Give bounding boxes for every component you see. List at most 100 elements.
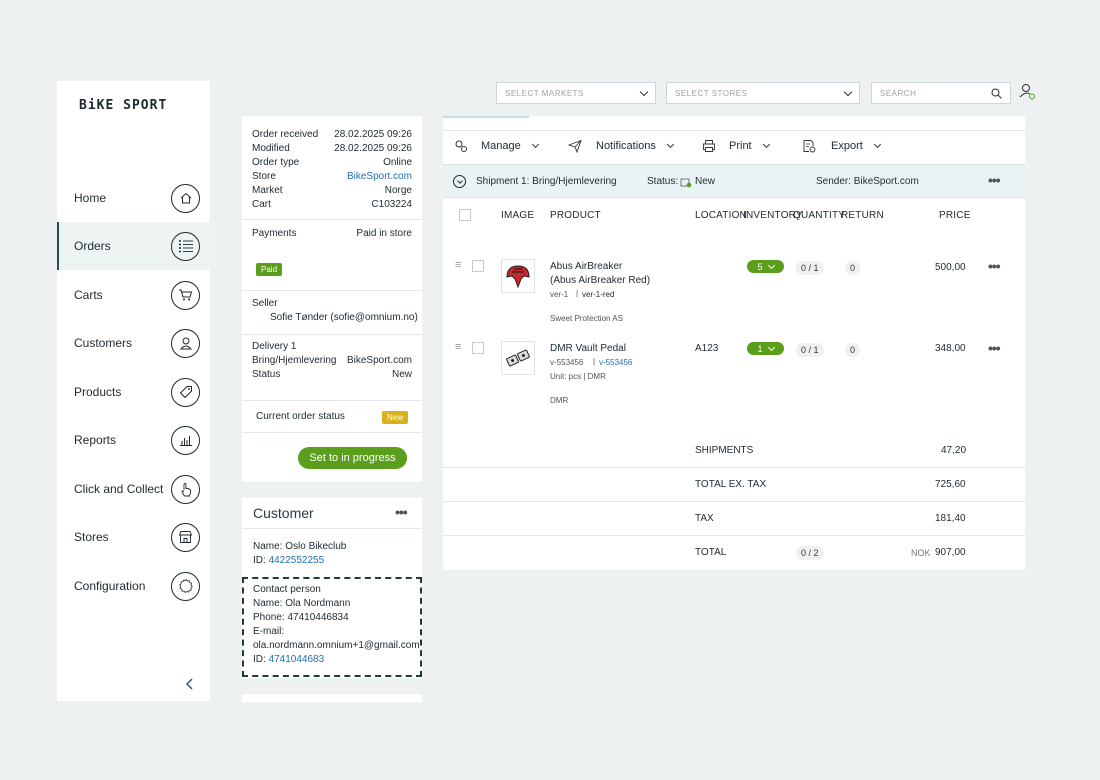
- label: Payments: [252, 228, 297, 239]
- variant-code: v-553456: [550, 358, 584, 367]
- value: 907,00: [935, 547, 966, 558]
- customer-id-link[interactable]: 4422552255: [269, 555, 325, 566]
- payments-row: Payments Paid in store: [252, 227, 412, 241]
- chevron-down-icon: [767, 261, 775, 269]
- store-link[interactable]: BikeSport.com: [347, 170, 412, 184]
- drag-handle-icon[interactable]: ≡: [455, 259, 461, 271]
- total-row: TOTAL 0 / 2 NOK 907,00: [443, 535, 1025, 569]
- price: 500,00: [935, 262, 966, 273]
- nav-label: Carts: [74, 288, 103, 302]
- brand-logo: BiKE SPORT: [79, 98, 168, 113]
- label: Status: [252, 369, 281, 380]
- nav-item-carts[interactable]: Carts: [57, 271, 210, 319]
- nav-label: Home: [74, 191, 107, 205]
- product-variant-name: (Abus AirBreaker Red): [550, 275, 651, 286]
- nav-item-home[interactable]: Home: [57, 174, 210, 222]
- printer-icon: [703, 140, 715, 152]
- print-label: Print: [729, 140, 752, 152]
- shipment-header: Shipment 1: Bring/Hjemlevering Status: N…: [443, 164, 1025, 198]
- nav-item-stores[interactable]: Stores: [57, 513, 210, 561]
- manage-label: Manage: [481, 140, 521, 152]
- more-options-icon[interactable]: •••: [988, 258, 1001, 274]
- expand-shipment-icon[interactable]: [453, 175, 466, 188]
- customer-id-row: ID: 4422552255: [253, 554, 324, 568]
- more-options-icon[interactable]: •••: [988, 340, 1001, 356]
- value: 28.02.2025 09:26: [334, 143, 412, 154]
- tag-icon: [171, 377, 200, 407]
- more-options-icon[interactable]: •••: [395, 504, 408, 520]
- export-icon: [803, 140, 816, 153]
- header-return: RETURN: [841, 210, 884, 221]
- search-input[interactable]: SEARCH: [871, 82, 1011, 104]
- shipments-value: 47,20: [941, 445, 967, 456]
- divider: [242, 432, 422, 433]
- total-quantity-pill: 0 / 2: [796, 546, 824, 560]
- contact-id-row: ID: 4741044683: [253, 653, 324, 667]
- value: 181,40: [935, 513, 966, 524]
- supplier: Sweet Protection AS: [550, 314, 623, 323]
- inventory-dropdown[interactable]: 5: [747, 260, 784, 273]
- markets-select[interactable]: SELECT MARKETS: [496, 82, 656, 104]
- print-menu[interactable]: Print: [702, 139, 770, 153]
- nav-label: Configuration: [74, 579, 146, 593]
- variant-link[interactable]: v-553456: [599, 358, 632, 367]
- header-product: PRODUCT: [550, 210, 601, 221]
- user-account-icon[interactable]: [1019, 83, 1037, 104]
- label: TAX: [695, 513, 714, 524]
- label: TOTAL EX. TAX: [695, 479, 767, 490]
- seller-label: Seller: [252, 298, 278, 309]
- stores-select[interactable]: SELECT STORES: [666, 82, 860, 104]
- nav-item-orders[interactable]: Orders: [57, 222, 210, 270]
- shipment-status-label: Status:: [647, 176, 679, 187]
- inventory-dropdown[interactable]: 1: [747, 342, 784, 355]
- nav-item-products[interactable]: Products: [57, 368, 210, 416]
- next-panel-stub: [242, 694, 422, 702]
- select-all-checkbox[interactable]: [459, 209, 471, 221]
- divider: [242, 219, 422, 220]
- collapse-sidebar-icon[interactable]: [185, 677, 195, 693]
- customer-panel: Customer ••• Name: Oslo Bikeclub ID: 442…: [242, 498, 422, 678]
- active-tab-indicator: [443, 116, 529, 118]
- label: Order type: [252, 157, 300, 168]
- label: Store: [252, 171, 276, 182]
- shipment-title: Shipment 1: Bring/Hjemlevering: [476, 176, 617, 187]
- divider: [242, 334, 422, 335]
- manage-menu[interactable]: Manage: [454, 139, 539, 153]
- chevron-down-icon: [843, 87, 853, 96]
- chevron-down-icon: [666, 140, 674, 149]
- store-row: Store BikeSport.com: [252, 170, 412, 184]
- label: Current order status: [256, 411, 345, 422]
- contact-id-link[interactable]: 4741044683: [269, 654, 325, 665]
- variant-link[interactable]: ver-1-red: [582, 290, 614, 299]
- modified-row: Modified 28.02.2025 09:26: [252, 142, 412, 156]
- shipments-label: SHIPMENTS: [695, 445, 754, 456]
- nav-label: Orders: [74, 239, 111, 253]
- row-checkbox[interactable]: [472, 342, 484, 354]
- nav-item-customers[interactable]: Customers: [57, 319, 210, 367]
- supplier: DMR: [550, 396, 569, 405]
- quantity-pill: 0 / 1: [796, 261, 824, 275]
- search-placeholder: SEARCH: [880, 88, 917, 98]
- nav-item-reports[interactable]: Reports: [57, 416, 210, 464]
- header-quantity: QUANTITY: [793, 210, 846, 221]
- stores-placeholder: SELECT STORES: [675, 88, 748, 98]
- row-checkbox[interactable]: [472, 260, 484, 272]
- export-menu[interactable]: Export: [802, 139, 881, 153]
- value: C103224: [371, 199, 412, 210]
- inventory-value: 1: [757, 343, 763, 354]
- customer-icon: [171, 328, 200, 358]
- value: Bring/Hjemlevering: [252, 355, 337, 366]
- set-in-progress-button[interactable]: Set to in progress: [298, 447, 407, 469]
- chevron-down-icon: [873, 140, 881, 149]
- product-name: Abus AirBreaker: [550, 261, 623, 272]
- more-options-icon[interactable]: •••: [988, 172, 1001, 188]
- nav-item-configuration[interactable]: Configuration: [57, 562, 210, 610]
- drag-handle-icon[interactable]: ≡: [455, 341, 461, 353]
- order-received-row: Order received 28.02.2025 09:26: [252, 128, 412, 142]
- notifications-menu[interactable]: Notifications: [568, 139, 674, 153]
- nav-item-click-and-collect[interactable]: Click and Collect: [57, 465, 210, 513]
- variant-code: ver-1: [550, 290, 569, 299]
- order-type-row: Order type Online: [252, 156, 412, 170]
- cart-row: Cart C103224: [252, 198, 412, 212]
- unit-info: Unit: pcs | DMR: [550, 372, 606, 381]
